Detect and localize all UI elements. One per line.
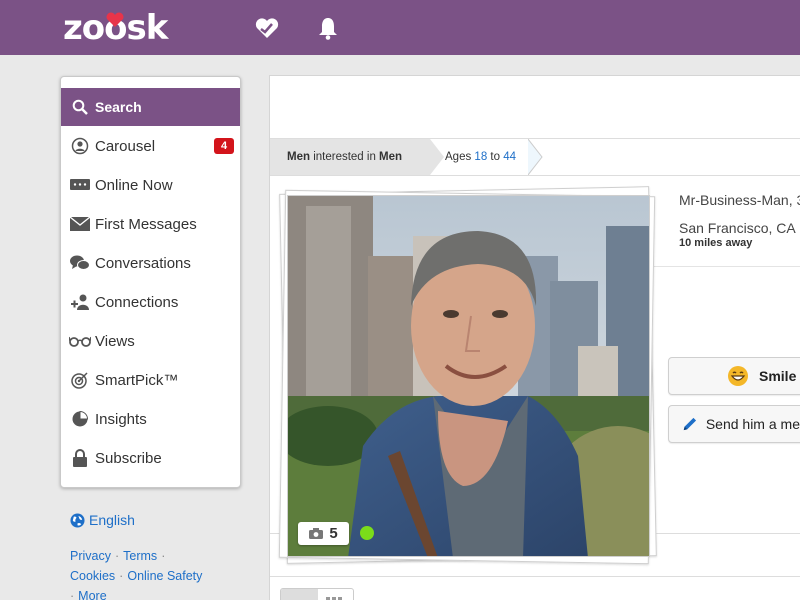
- profile-location: San Francisco, CA: [679, 220, 796, 236]
- breadcrumb-arrow: [430, 139, 444, 175]
- terms-link[interactable]: Terms: [123, 549, 157, 563]
- sidebar-item-online-now[interactable]: Online Now: [61, 166, 240, 204]
- profile-distance: 10 miles away: [679, 237, 753, 249]
- search-icon: [69, 96, 91, 118]
- sidebar-item-label: Search: [95, 99, 142, 115]
- sidebar-item-label: Online Now: [95, 176, 173, 194]
- profile-photo-image: [288, 196, 649, 556]
- divider: [270, 576, 800, 577]
- photo-count-badge[interactable]: 5: [298, 522, 349, 545]
- sidebar-item-label: Connections: [95, 293, 179, 311]
- smile-button-label: Smile: [759, 368, 797, 384]
- cookies-link[interactable]: Cookies: [70, 569, 115, 583]
- camera-icon: [309, 528, 324, 539]
- privacy-link[interactable]: Privacy: [70, 549, 111, 563]
- connections-icon: [69, 291, 91, 313]
- sidebar-item-label: Insights: [95, 410, 147, 428]
- photo-count-value: 5: [329, 525, 338, 542]
- pie-chart-icon: [69, 408, 91, 430]
- language-selector[interactable]: English: [70, 512, 135, 528]
- sidebar-item-views[interactable]: Views: [61, 322, 240, 360]
- age-min: 18: [474, 151, 488, 163]
- link-separator: ·: [114, 549, 120, 563]
- carousel-count-badge: 4: [214, 138, 234, 154]
- sidebar-item-insights[interactable]: Insights: [61, 400, 240, 438]
- age-filter-label: Ages: [445, 151, 475, 163]
- view-mode-single[interactable]: [281, 589, 318, 600]
- smile-button[interactable]: Smile: [668, 357, 800, 395]
- lock-icon: [69, 447, 91, 469]
- profile-username[interactable]: Mr-Business-Man, 3: [679, 192, 800, 208]
- gender-filter[interactable]: Men interested in Men: [270, 139, 430, 175]
- link-separator: ·: [70, 589, 75, 600]
- send-message-label: Send him a mes: [705, 416, 800, 432]
- sidebar-item-label: SmartPick™: [95, 371, 179, 389]
- sidebar-item-carousel[interactable]: Carousel 4: [61, 127, 240, 165]
- search-filter-breadcrumb: Men interested in Men Ages 18 to 44: [270, 138, 800, 176]
- gender-filter-target: Men: [379, 151, 403, 163]
- age-filter[interactable]: Ages 18 to 44: [445, 139, 516, 175]
- sidebar-menu: Search Carousel 4 Online Now First Messa…: [60, 76, 241, 488]
- sidebar-item-label: Conversations: [95, 254, 191, 272]
- sidebar-item-connections[interactable]: Connections: [61, 283, 240, 321]
- send-message-button[interactable]: Send him a mes: [668, 405, 800, 443]
- view-mode-toggle[interactable]: [280, 588, 354, 600]
- sidebar-item-conversations[interactable]: Conversations: [61, 244, 240, 282]
- divider: [650, 266, 800, 267]
- link-separator: ·: [119, 569, 124, 583]
- link-separator: ·: [161, 549, 166, 563]
- sidebar-item-label: Subscribe: [95, 449, 162, 467]
- heart-check-icon[interactable]: [253, 14, 281, 42]
- chat-bubble-icon: [69, 174, 91, 196]
- footer-links: Privacy · Terms · Cookies · Online Safety · Mo…: [70, 546, 240, 600]
- bell-icon[interactable]: [314, 14, 342, 42]
- breadcrumb-arrow: [528, 139, 543, 175]
- sidebar-item-first-messages[interactable]: First Messages: [61, 205, 240, 243]
- age-filter-mid: to: [487, 151, 504, 163]
- target-icon: [69, 369, 91, 391]
- smile-emoji-icon: [728, 366, 748, 386]
- age-max: 44: [503, 151, 516, 163]
- gender-filter-text: interested in: [310, 151, 380, 163]
- sidebar-item-label: First Messages: [95, 215, 197, 233]
- sidebar-item-search[interactable]: Search: [61, 88, 240, 126]
- logo-heart-icon: [106, 12, 124, 27]
- globe-icon: [70, 512, 85, 528]
- carousel-icon: [69, 135, 91, 157]
- profile-photo[interactable]: [287, 195, 650, 557]
- pencil-icon: [683, 417, 697, 431]
- sidebar-item-subscribe[interactable]: Subscribe: [61, 439, 240, 477]
- online-safety-link[interactable]: Online Safety: [127, 569, 202, 583]
- sidebar-item-label: Carousel: [95, 137, 156, 155]
- sidebar-item-smartpick[interactable]: SmartPick™: [61, 361, 240, 399]
- more-link[interactable]: More: [78, 589, 106, 600]
- envelope-icon: [69, 213, 91, 235]
- online-status-indicator: [360, 526, 374, 540]
- gender-filter-seeker: Men: [287, 151, 310, 163]
- language-label: English: [89, 512, 135, 528]
- top-navigation-bar: zoosk: [0, 0, 800, 55]
- conversations-icon: [69, 252, 91, 274]
- glasses-icon: [69, 330, 91, 352]
- sidebar-item-label: Views: [95, 332, 135, 350]
